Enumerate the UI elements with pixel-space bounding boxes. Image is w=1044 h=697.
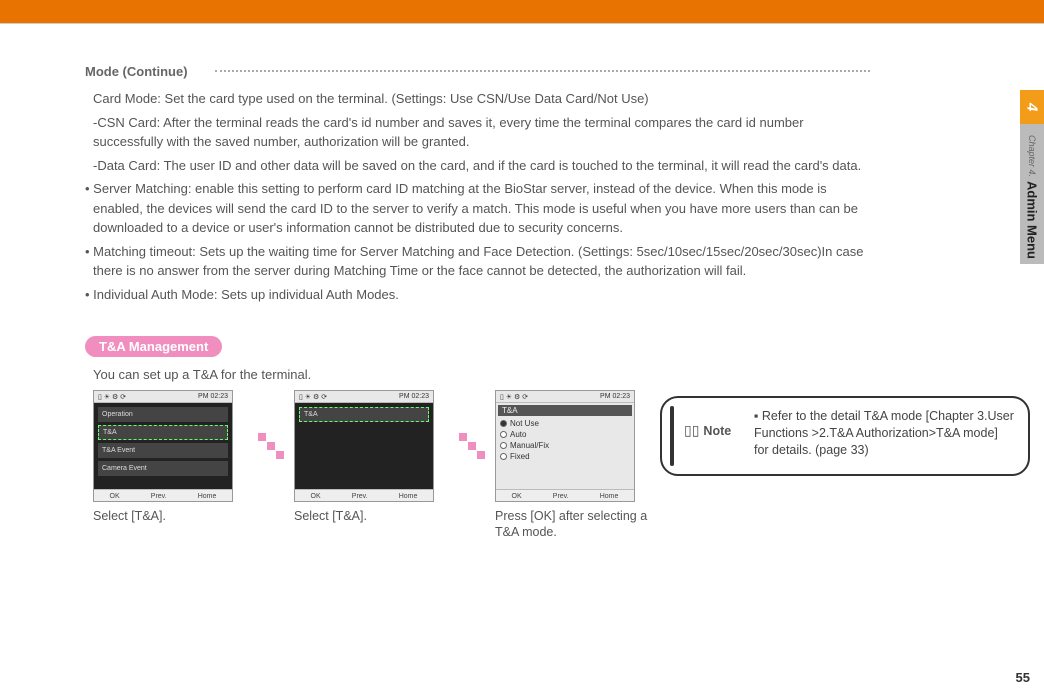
- screenshot-3: ▯ ☀ ⚙ ⟳ PM 02:23 T&A Not Use Auto Manual…: [495, 390, 635, 502]
- screen-statusbar: ▯ ☀ ⚙ ⟳ PM 02:23: [496, 391, 634, 403]
- btn-ok: OK: [311, 493, 321, 500]
- step-3: ▯ ☀ ⚙ ⟳ PM 02:23 T&A Not Use Auto Manual…: [495, 390, 650, 541]
- screen-bottom-bar: OK Prev. Home: [496, 489, 634, 502]
- note-container: ▯▯ Note Refer to the detail T&A mode [Ch…: [660, 390, 1030, 476]
- section-label: Admin Menu: [1025, 181, 1040, 259]
- screen-bottom-bar: OK Prev. Home: [94, 489, 232, 502]
- screen-statusbar: ▯ ☀ ⚙ ⟳ PM 02:23: [295, 391, 433, 403]
- list-item: Camera Event: [98, 461, 228, 476]
- screen-body: T&A: [295, 403, 433, 489]
- btn-home: Home: [600, 493, 619, 500]
- tna-intro-text: You can set up a T&A for the terminal.: [85, 367, 870, 382]
- option-row: Not Use: [500, 419, 630, 428]
- screen-body: Operation T&A T&A Event Camera Event: [94, 403, 232, 489]
- note-text: Refer to the detail T&A mode [Chapter 3.…: [754, 408, 1014, 459]
- list-item: Operation: [98, 407, 228, 422]
- arrow-icon: [258, 390, 284, 502]
- list-item-highlighted: T&A: [299, 407, 429, 422]
- btn-ok: OK: [512, 493, 522, 500]
- step-3-caption: Press [OK] after selecting a T&A mode.: [495, 508, 650, 541]
- book-icon: ▯▯: [684, 422, 699, 439]
- status-time: PM 02:23: [600, 393, 630, 400]
- screen-bottom-bar: OK Prev. Home: [295, 489, 433, 502]
- btn-prev: Prev.: [553, 493, 569, 500]
- page-number: 55: [1016, 670, 1030, 685]
- note-content: Refer to the detail T&A mode [Chapter 3.…: [754, 409, 1014, 457]
- note-box: ▯▯ Note Refer to the detail T&A mode [Ch…: [660, 396, 1030, 476]
- csn-card-text: -CSN Card: After the terminal reads the …: [85, 113, 870, 152]
- option-row: Auto: [500, 430, 630, 439]
- status-time: PM 02:23: [399, 393, 429, 400]
- chapter-small-label: Chapter 4.: [1027, 135, 1037, 177]
- screen-statusbar: ▯ ☀ ⚙ ⟳ PM 02:23: [94, 391, 232, 403]
- steps-row: ▯ ☀ ⚙ ⟳ PM 02:23 Operation T&A T&A Event…: [85, 390, 870, 541]
- option-row: Manual/Fix: [500, 441, 630, 450]
- step-2: ▯ ☀ ⚙ ⟳ PM 02:23 T&A OK Prev. Home Selec…: [294, 390, 449, 524]
- note-label-wrap: ▯▯ Note: [684, 422, 744, 439]
- status-icons: ▯ ☀ ⚙ ⟳: [98, 393, 126, 401]
- btn-prev: Prev.: [151, 493, 167, 500]
- data-card-text: -Data Card: The user ID and other data w…: [85, 156, 870, 176]
- mode-continue-title: Mode (Continue): [85, 64, 188, 79]
- status-icons: ▯ ☀ ⚙ ⟳: [299, 393, 327, 401]
- step-1: ▯ ☀ ⚙ ⟳ PM 02:23 Operation T&A T&A Event…: [93, 390, 248, 524]
- screenshot-1: ▯ ☀ ⚙ ⟳ PM 02:23 Operation T&A T&A Event…: [93, 390, 233, 502]
- btn-home: Home: [198, 493, 217, 500]
- note-label: Note: [703, 424, 731, 438]
- mode-continue-header: Mode (Continue): [85, 64, 870, 79]
- status-time: PM 02:23: [198, 393, 228, 400]
- chapter-label-tab: Chapter 4. Admin Menu: [1020, 124, 1044, 264]
- btn-home: Home: [399, 493, 418, 500]
- tna-management-pill: T&A Management: [85, 336, 222, 357]
- chapter-side-tab: 4 Chapter 4. Admin Menu: [1020, 90, 1044, 300]
- list-item-highlighted: T&A: [98, 425, 228, 440]
- individual-auth-text: Individual Auth Mode: Sets up individual…: [85, 285, 870, 305]
- status-icons: ▯ ☀ ⚙ ⟳: [500, 393, 528, 401]
- server-matching-text: Server Matching: enable this setting to …: [85, 179, 870, 238]
- btn-ok: OK: [110, 493, 120, 500]
- popup-title: T&A: [498, 405, 632, 416]
- step-2-caption: Select [T&A].: [294, 508, 449, 524]
- matching-timeout-text: Matching timeout: Sets up the waiting ti…: [85, 242, 870, 281]
- chapter-number-tab: 4: [1020, 90, 1044, 124]
- step-1-caption: Select [T&A].: [93, 508, 248, 524]
- dotted-leader: [215, 70, 870, 72]
- screenshot-2: ▯ ☀ ⚙ ⟳ PM 02:23 T&A OK Prev. Home: [294, 390, 434, 502]
- screen-body: T&A Not Use Auto Manual/Fix Fixed: [496, 403, 634, 489]
- option-row: Fixed: [500, 452, 630, 461]
- main-content: Mode (Continue) Card Mode: Set the card …: [0, 24, 930, 541]
- arrow-icon: [459, 390, 485, 502]
- card-mode-text: Card Mode: Set the card type used on the…: [85, 89, 870, 109]
- btn-prev: Prev.: [352, 493, 368, 500]
- top-orange-bar: [0, 0, 1044, 24]
- list-item: T&A Event: [98, 443, 228, 458]
